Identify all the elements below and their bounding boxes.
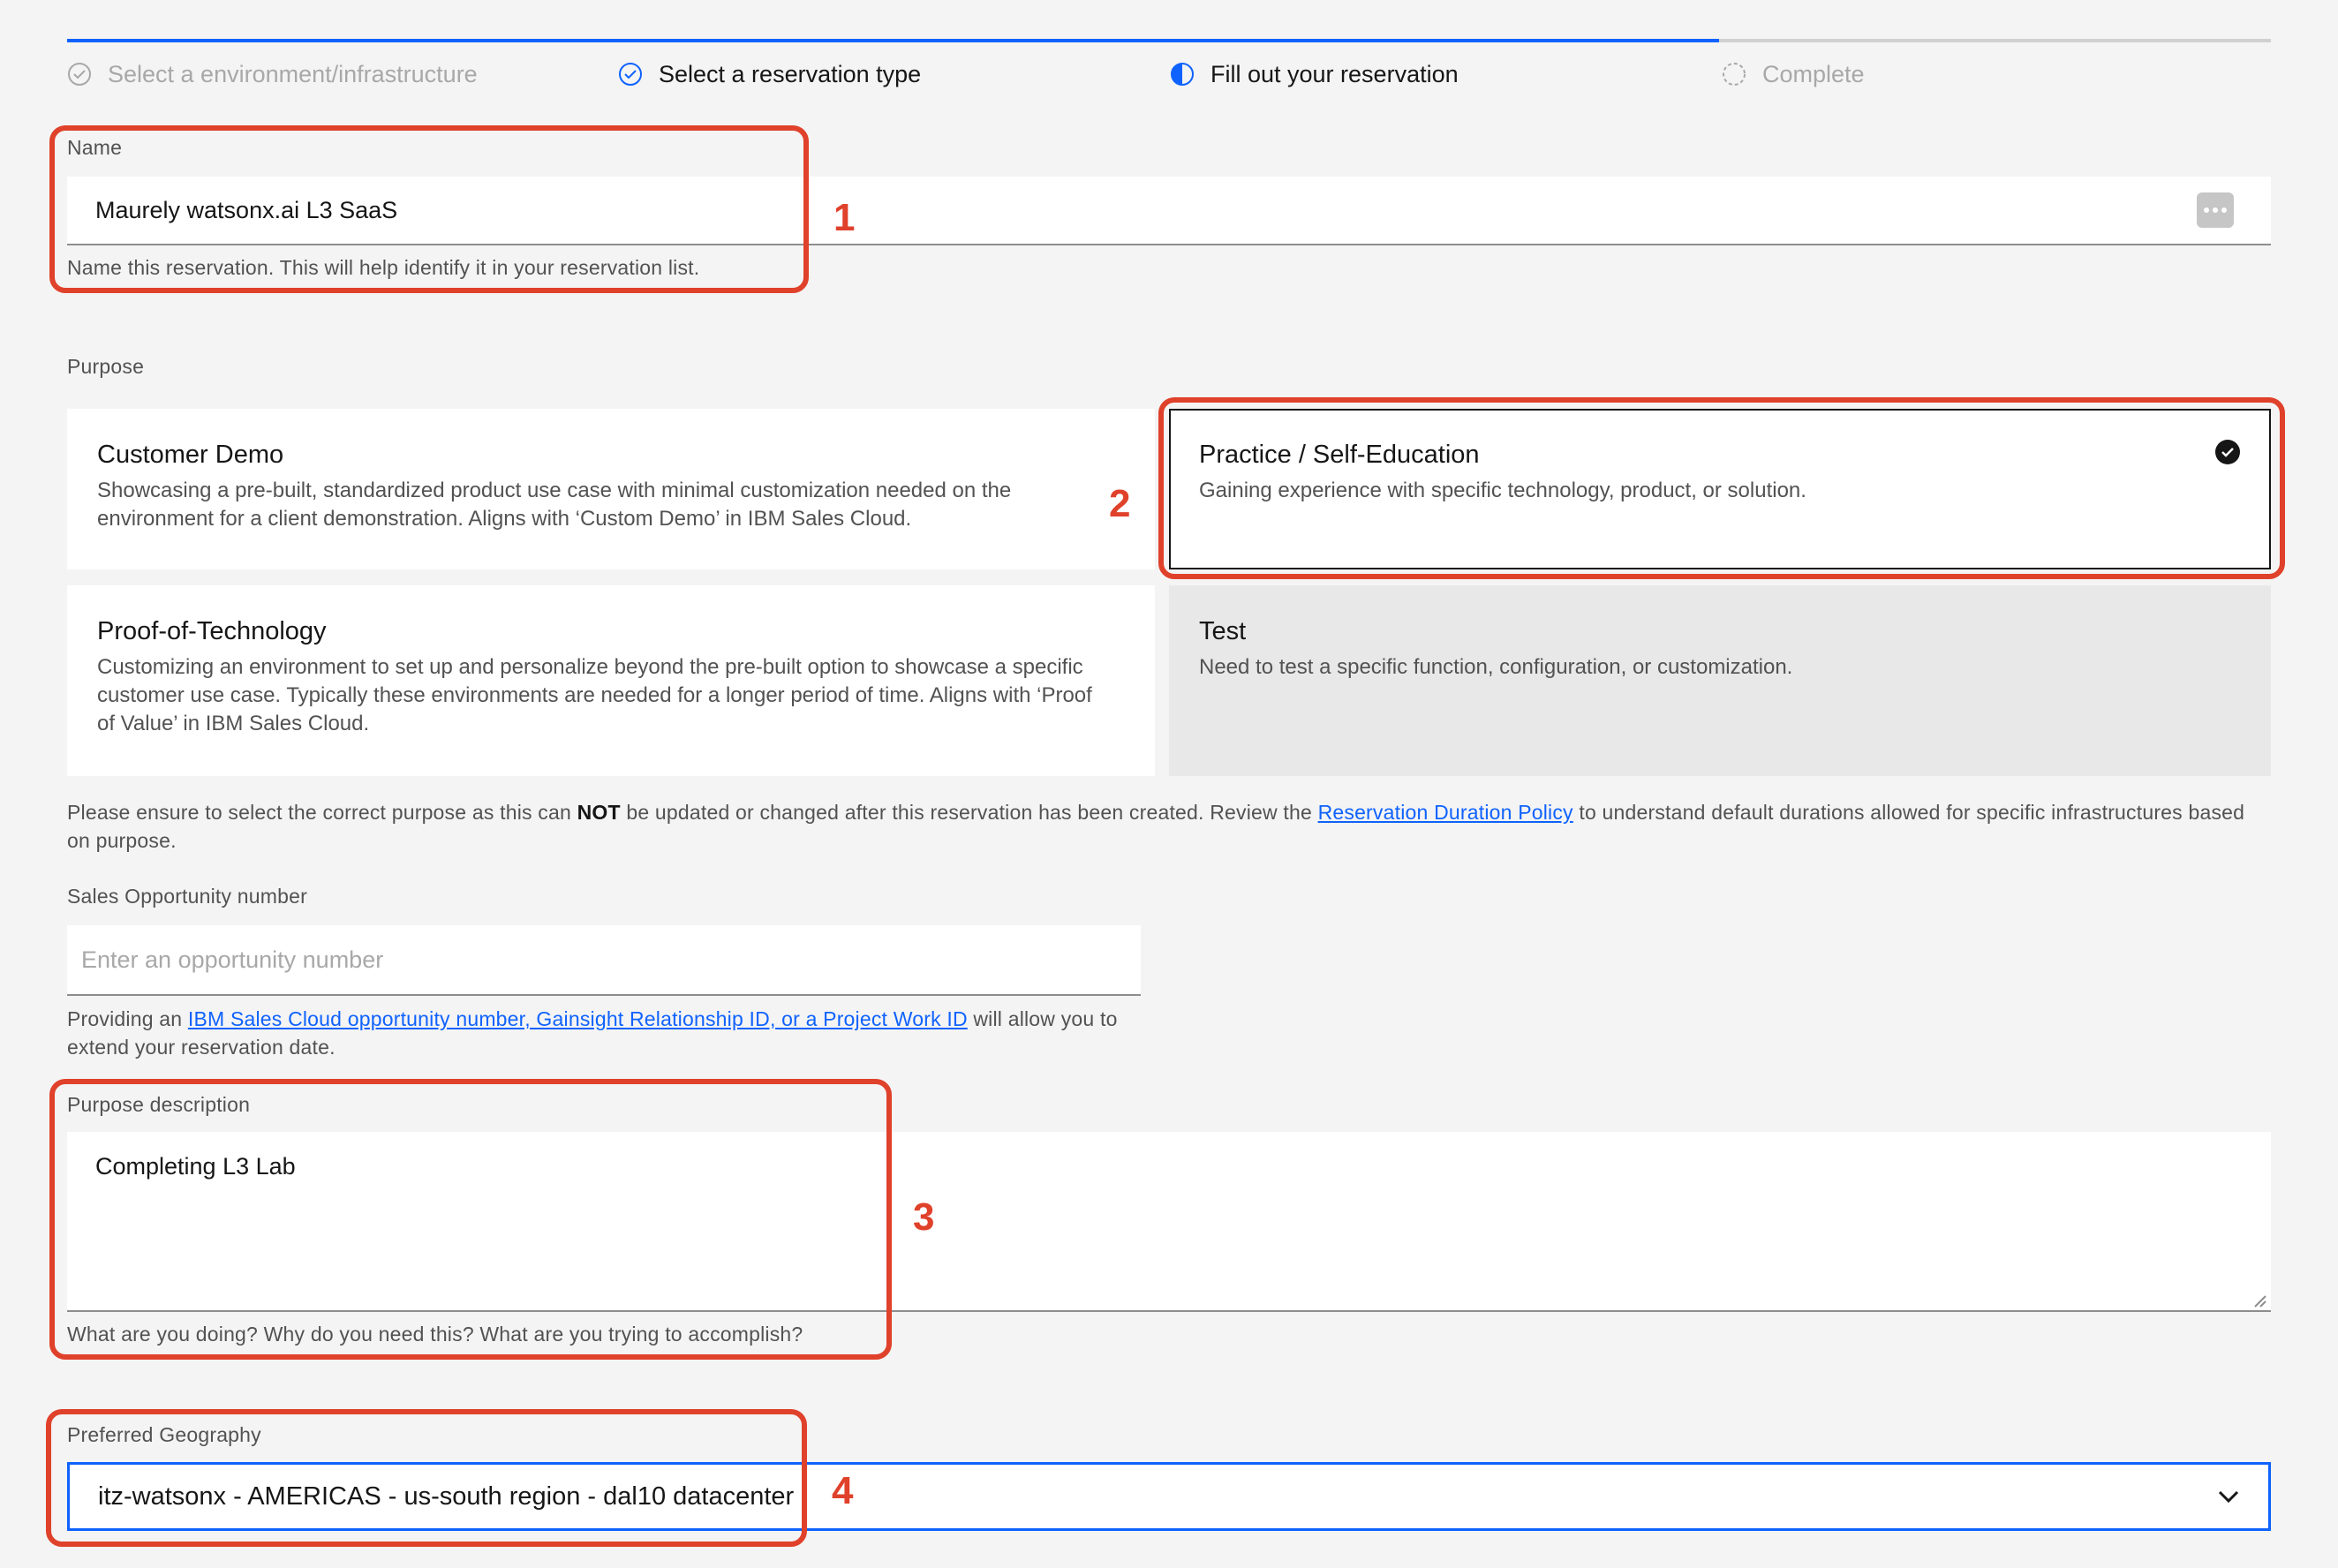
opportunity-label: Sales Opportunity number bbox=[67, 885, 307, 908]
step-label: Complete bbox=[1762, 60, 1865, 87]
half-circle-icon bbox=[1171, 63, 1194, 86]
step-label: Select a environment/infrastructure bbox=[108, 60, 478, 87]
name-input[interactable] bbox=[67, 177, 2271, 245]
tile-description: Customizing an environment to set up and… bbox=[97, 655, 1092, 735]
opportunity-help-link[interactable]: IBM Sales Cloud opportunity number, Gain… bbox=[188, 1007, 968, 1030]
purpose-description-helper: What are you doing? Why do you need this… bbox=[67, 1323, 803, 1346]
opportunity-helper: Providing an IBM Sales Cloud opportunity… bbox=[67, 1005, 1141, 1061]
opportunity-input[interactable] bbox=[67, 925, 1141, 996]
tile-title: Customer Demo bbox=[97, 441, 284, 469]
annotation-number-4: 4 bbox=[832, 1469, 854, 1512]
step-complete: Complete bbox=[1722, 57, 1865, 92]
checkmark-outline-icon bbox=[619, 63, 642, 86]
chevron-down-icon bbox=[2218, 1490, 2239, 1504]
resize-handle-icon[interactable] bbox=[2253, 1294, 2267, 1308]
more-dots-icon[interactable] bbox=[2197, 192, 2234, 228]
notice-text: Please ensure to select the correct purp… bbox=[67, 801, 577, 824]
purpose-tile-proof-of-technology[interactable]: Proof-of-Technology Customizing an envir… bbox=[67, 585, 1155, 776]
purpose-description-textarea[interactable] bbox=[67, 1132, 2271, 1312]
step-select-reservation-type[interactable]: Select a reservation type bbox=[618, 57, 921, 92]
purpose-tile-customer-demo[interactable]: Customer Demo Showcasing a pre-built, st… bbox=[67, 409, 1155, 569]
geography-label: Preferred Geography bbox=[67, 1423, 261, 1446]
progress-fill bbox=[67, 39, 1719, 42]
tile-title: Practice / Self-Education bbox=[1199, 441, 1480, 469]
step-fill-reservation: Fill out your reservation bbox=[1170, 57, 1459, 92]
purpose-tile-practice[interactable]: Practice / Self-Education Gaining experi… bbox=[1169, 409, 2271, 569]
tile-description: Showcasing a pre-built, standardized pro… bbox=[97, 479, 1012, 531]
checkmark-filled-icon bbox=[2215, 440, 2240, 464]
checkmark-outline-icon bbox=[68, 63, 91, 86]
notice-bold: NOT bbox=[577, 801, 621, 824]
tile-description: Need to test a specific function, config… bbox=[1199, 655, 1793, 679]
step-select-environment[interactable]: Select a environment/infrastructure bbox=[67, 57, 478, 92]
tile-title: Test bbox=[1199, 617, 1247, 645]
tile-description: Gaining experience with specific technol… bbox=[1199, 479, 1806, 502]
step-label: Fill out your reservation bbox=[1210, 60, 1459, 87]
reservation-duration-policy-link[interactable]: Reservation Duration Policy bbox=[1318, 801, 1573, 824]
annotation-number-3: 3 bbox=[913, 1195, 935, 1239]
tile-title: Proof-of-Technology bbox=[97, 617, 327, 645]
notice-text: be updated or changed after this reserva… bbox=[620, 801, 1318, 824]
step-label: Select a reservation type bbox=[659, 60, 922, 87]
purpose-label: Purpose bbox=[67, 355, 145, 378]
name-label: Name bbox=[67, 136, 123, 159]
dashed-circle-icon bbox=[1723, 63, 1746, 86]
geography-select[interactable]: itz-watsonx - AMERICAS - us-south region… bbox=[67, 1462, 2271, 1531]
purpose-description-label: Purpose description bbox=[67, 1093, 251, 1116]
geography-selected-value: itz-watsonx - AMERICAS - us-south region… bbox=[98, 1481, 795, 1511]
helper-text: Providing an bbox=[67, 1007, 188, 1030]
name-helper-text: Name this reservation. This will help id… bbox=[67, 256, 700, 279]
annotation-number-1: 1 bbox=[833, 196, 856, 239]
annotation-number-2: 2 bbox=[1109, 482, 1131, 525]
purpose-notice: Please ensure to select the correct purp… bbox=[67, 798, 2271, 855]
purpose-tile-test: Test Need to test a specific function, c… bbox=[1169, 585, 2271, 776]
